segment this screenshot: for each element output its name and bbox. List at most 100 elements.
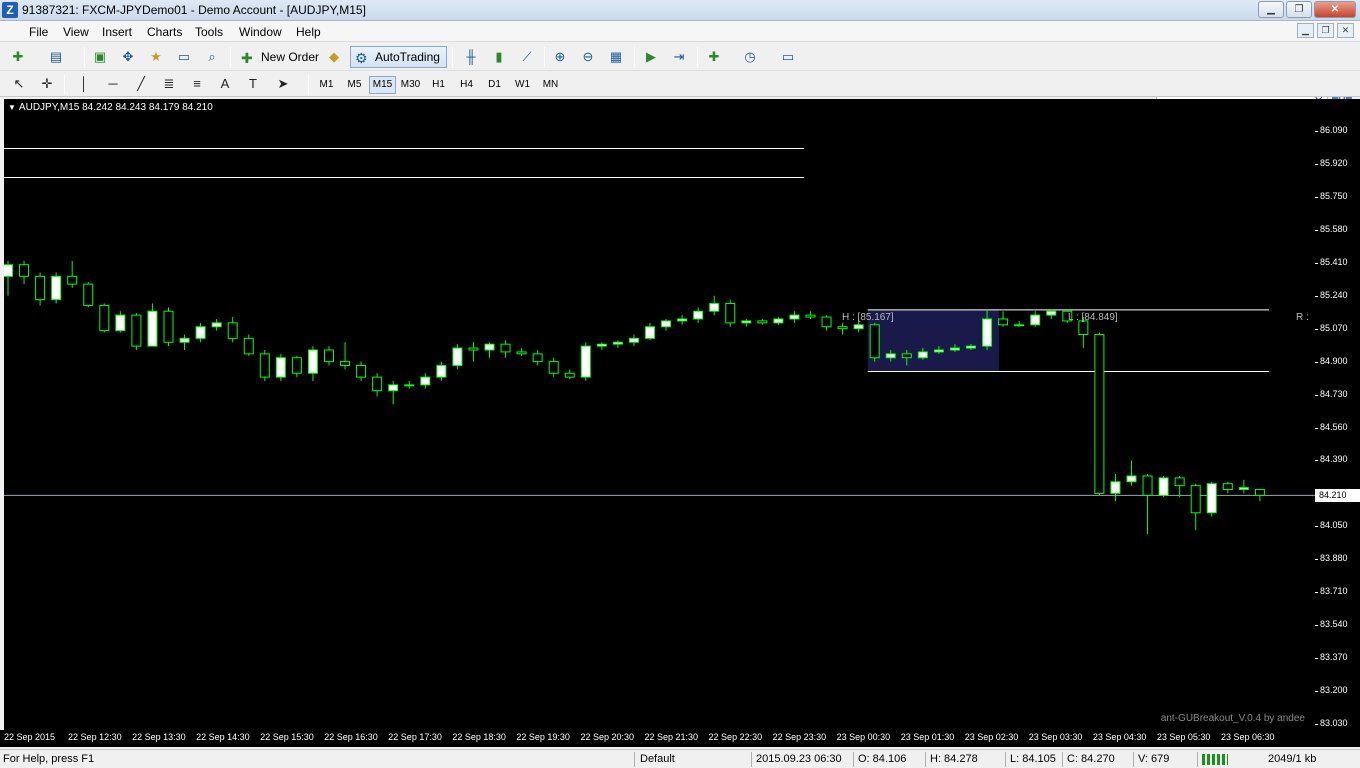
price-axis[interactable]: 86.090 85.920 85.750 85.580 85.410 85.240 85.0… <box>1315 99 1360 730</box>
candle-body <box>372 376 383 392</box>
timeframe-h1[interactable]: H1 <box>425 76 452 94</box>
chart-symbol-label: ▼ AUDJPY,M15 84.242 84.243 84.179 84.210 <box>8 102 213 113</box>
price-tick-label: 85.920 <box>1315 157 1348 168</box>
menu-file[interactable]: File <box>29 25 48 39</box>
candle-body <box>645 326 655 339</box>
timeframe-m30[interactable]: M30 <box>397 76 424 94</box>
timeframe-mn[interactable]: MN <box>537 76 564 94</box>
candle-body <box>709 302 720 312</box>
timeframe-m1[interactable]: M1 <box>313 76 340 94</box>
new-order-icon: ✚ <box>241 50 253 66</box>
timeframe-m5[interactable]: M5 <box>341 76 368 94</box>
candle-body <box>677 318 688 322</box>
time-tick-label: 23 Sep 01:30 <box>900 732 955 742</box>
horizontal-line-icon[interactable]: ─ <box>103 74 123 94</box>
indicator-watermark: ant-GUBreakout_V.0.4 by andee <box>1160 713 1305 724</box>
arrows-icon[interactable]: ➤ <box>273 74 293 94</box>
menu-charts[interactable]: Charts <box>147 25 182 39</box>
zoom-out-icon[interactable]: ⊖ <box>578 47 598 67</box>
chart-area[interactable]: H : [85.167] L : [84.849] R : ▼ AUDJPY,M15 … <box>4 99 1315 730</box>
time-tick-label: 23 Sep 02:30 <box>964 732 1019 742</box>
candle-body <box>1190 485 1201 514</box>
child-close-button[interactable]: ✕ <box>1337 23 1354 38</box>
candle-body <box>885 353 896 359</box>
data-window-icon[interactable]: ✥ <box>118 47 138 67</box>
time-axis[interactable]: 22 Sep 2015 22 Sep 12:30 22 Sep 13:30 22 Se… <box>0 730 1360 747</box>
menu-tools[interactable]: Tools <box>195 25 223 39</box>
candle-body <box>500 343 511 353</box>
zoom-in-icon[interactable]: ⊕ <box>550 47 570 67</box>
candle-body <box>1142 475 1153 496</box>
time-tick-label: 23 Sep 06:30 <box>1220 732 1275 742</box>
autotrading-button[interactable]: ⚙ AutoTrading <box>350 46 447 68</box>
restore-button[interactable]: ❐ <box>1286 1 1312 18</box>
chart-shift-icon[interactable]: ⇥ <box>669 47 689 67</box>
templates-icon[interactable]: ▭ <box>778 47 798 67</box>
trendline-icon[interactable]: ╱ <box>131 74 151 94</box>
timeframe-d1[interactable]: D1 <box>481 76 508 94</box>
fibonacci-icon[interactable]: ≡ <box>187 74 207 94</box>
collapse-triangle-icon[interactable]: ▼ <box>8 103 16 112</box>
candle-body <box>388 384 399 392</box>
autotrading-icon: ⚙ <box>355 50 368 66</box>
terminal-icon[interactable]: ▭ <box>174 47 194 67</box>
candle-body <box>131 314 142 347</box>
minimize-button[interactable]: ▁ <box>1258 1 1284 18</box>
menu-insert[interactable]: Insert <box>102 25 132 39</box>
candle-body <box>628 337 639 343</box>
candle-body <box>917 351 928 359</box>
standard-toolbar: ✚ ▤ ▣ ✥ ★ ▭ ⌕ ✚ New Order ◆ ⚙ AutoTradin… <box>0 43 1360 109</box>
candle-body <box>356 364 367 378</box>
candlestick-chart[interactable]: H : [85.167] L : [84.849] R : <box>4 99 1315 730</box>
metaeditor-icon[interactable]: ◆ <box>324 47 344 67</box>
child-minimize-button[interactable]: ▁ <box>1297 23 1314 38</box>
candlestick-icon[interactable]: ▮ <box>489 47 509 67</box>
candle-body <box>998 318 1009 326</box>
equidistant-channel-icon[interactable]: ≣ <box>159 74 179 94</box>
time-tick-label: 22 Sep 21:30 <box>644 732 699 742</box>
timeframe-h4[interactable]: H4 <box>453 76 480 94</box>
candle-body <box>259 353 270 378</box>
close-button[interactable]: ✕ <box>1314 1 1356 18</box>
candle-body <box>612 341 623 345</box>
new-order-button[interactable]: ✚ New Order <box>236 46 326 68</box>
market-watch-icon[interactable]: ▣ <box>90 47 110 67</box>
menu-help[interactable]: Help <box>296 25 321 39</box>
bar-chart-icon[interactable]: ╫ <box>461 47 481 67</box>
indicators-icon[interactable]: ✚ <box>704 47 724 67</box>
periods-icon[interactable]: ◷ <box>740 47 760 67</box>
line-chart-icon[interactable]: ⟋ <box>517 47 537 67</box>
price-tick-label: 83.880 <box>1315 553 1348 564</box>
vertical-line-icon[interactable]: │ <box>74 74 94 94</box>
text-icon[interactable]: A <box>215 74 235 94</box>
text-label-icon[interactable]: T <box>243 74 263 94</box>
cursor-icon[interactable]: ↖ <box>9 74 29 94</box>
crosshair-icon[interactable]: ✛ <box>37 74 57 94</box>
time-tick-label: 22 Sep 20:30 <box>580 732 634 742</box>
child-restore-button[interactable]: ❐ <box>1317 23 1334 38</box>
timeframe-w1[interactable]: W1 <box>509 76 536 94</box>
autoscroll-icon[interactable]: ▶ <box>641 47 661 67</box>
window-title: 91387321: FXCM-JPYDemo01 - Demo Account … <box>22 3 366 17</box>
candle-body <box>163 310 174 343</box>
candle-body <box>67 275 78 285</box>
price-tick-label: 84.900 <box>1315 355 1348 366</box>
tile-windows-icon[interactable]: ▦ <box>606 47 626 67</box>
candle-body <box>516 351 527 355</box>
profiles-icon[interactable]: ▤ <box>46 47 66 67</box>
new-chart-icon[interactable]: ✚ <box>8 47 28 67</box>
candle-body <box>1046 310 1057 316</box>
strategy-tester-icon[interactable]: ⌕ <box>202 47 222 67</box>
time-tick-label: 23 Sep 03:30 <box>1028 732 1083 742</box>
menu-view[interactable]: View <box>63 25 89 39</box>
menu-window[interactable]: Window <box>239 25 282 39</box>
navigator-icon[interactable]: ★ <box>146 47 166 67</box>
candle-body <box>1094 333 1105 494</box>
price-tick-label: 85.750 <box>1315 190 1348 201</box>
status-bar: For Help, press F1 Default 2015.09.23 06… <box>0 749 1360 768</box>
child-window-controls: ▁ ❐ ✕ <box>1297 23 1354 38</box>
status-traffic: 2049/1 kb <box>1268 753 1317 765</box>
timeframe-m15[interactable]: M15 <box>369 76 396 94</box>
candle-body <box>596 343 607 347</box>
status-low: L: 84.105 <box>1010 753 1056 765</box>
